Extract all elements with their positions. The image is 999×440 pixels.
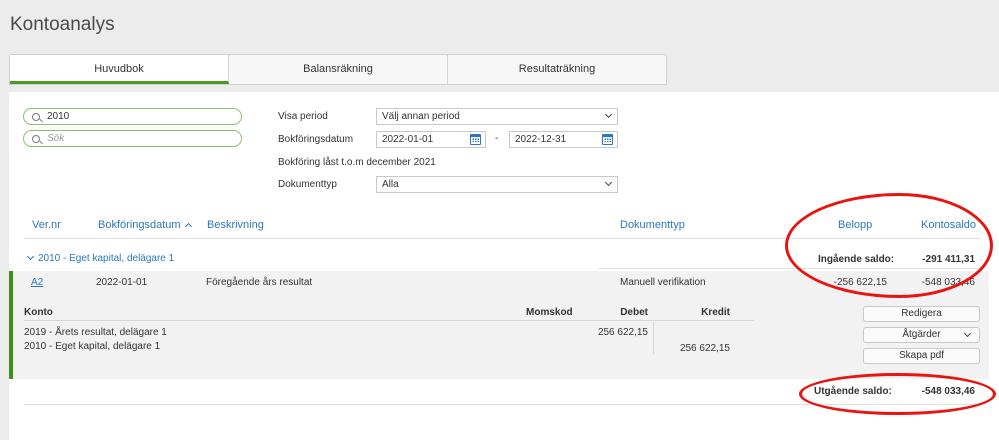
bokforingsdatum-label: Bokföringsdatum — [278, 134, 354, 145]
header-vernr[interactable]: Ver.nr — [32, 219, 61, 231]
dokumenttyp-select[interactable]: Alla — [376, 176, 618, 193]
visa-period-label: Visa period — [278, 111, 328, 122]
details-line-debet: 256 622,15 — [597, 327, 648, 338]
date-to-field[interactable]: 2022-12-31 — [509, 131, 618, 148]
row-description: Föregående års resultat — [206, 277, 313, 288]
search-icon — [32, 112, 40, 121]
date-from-field[interactable]: 2022-01-01 — [376, 131, 486, 148]
locked-note: Bokföring låst t.o.m december 2021 — [278, 157, 436, 168]
tab-resultatrakning[interactable]: Resultaträkning — [448, 55, 666, 84]
details-divider — [24, 320, 754, 321]
visa-period-select[interactable]: Välj annan period — [376, 108, 618, 125]
calendar-icon[interactable] — [602, 134, 613, 145]
date-separator: - — [495, 133, 499, 144]
page-title: Kontoanalys — [10, 14, 115, 35]
dokumenttyp-label: Dokumenttyp — [278, 179, 337, 190]
sort-ascending-icon — [184, 222, 192, 231]
details-header-kredit: Kredit — [701, 307, 730, 318]
atgarder-button[interactable]: Åtgärder — [863, 327, 980, 343]
date-from-value: 2022-01-01 — [382, 134, 434, 145]
details-line-konto: 2019 - Årets resultat, delägare 1 — [24, 327, 167, 338]
row-doctype: Manuell verifikation — [620, 277, 706, 288]
account-search-field[interactable] — [23, 108, 242, 125]
chevron-down-icon — [604, 110, 613, 119]
details-header-konto: Konto — [24, 307, 53, 318]
chevron-down-icon — [604, 178, 613, 187]
account-group-toggle[interactable]: 2010 - Eget kapital, delägare 1 — [26, 252, 175, 264]
details-line-kredit: 256 622,15 — [679, 343, 730, 354]
visa-period-value: Välj annan period — [382, 111, 460, 122]
chevron-down-icon — [26, 252, 35, 261]
account-group-label: 2010 - Eget kapital, delägare 1 — [38, 253, 175, 264]
search-field[interactable] — [23, 130, 242, 147]
chevron-down-icon — [963, 329, 972, 338]
account-search-input[interactable] — [47, 111, 227, 122]
header-beskrivning[interactable]: Beskrivning — [207, 219, 264, 231]
search-icon — [32, 134, 40, 143]
tab-huvudbok[interactable]: Huvudbok — [10, 55, 229, 84]
dokumenttyp-value: Alla — [382, 179, 399, 190]
skapa-pdf-button[interactable]: Skapa pdf — [863, 348, 980, 364]
tab-bar: Huvudbok Balansräkning Resultaträkning — [9, 54, 667, 85]
tab-balansrakning[interactable]: Balansräkning — [229, 55, 448, 84]
calendar-icon[interactable] — [470, 134, 481, 145]
voucher-link[interactable]: A2 — [31, 277, 43, 288]
atgarder-label: Åtgärder — [902, 329, 941, 340]
details-line-konto: 2010 - Eget kapital, delägare 1 — [24, 341, 161, 352]
search-input[interactable] — [47, 133, 227, 144]
header-bokforingsdatum[interactable]: Bokföringsdatum — [98, 219, 192, 231]
date-to-value: 2022-12-31 — [515, 134, 567, 145]
redigera-button[interactable]: Redigera — [863, 306, 980, 322]
row-date: 2022-01-01 — [96, 277, 148, 288]
red-annotation-circle — [799, 373, 996, 415]
details-header-debet: Debet — [620, 307, 648, 318]
header-bokforingsdatum-label: Bokföringsdatum — [98, 219, 181, 231]
header-dokumenttyp[interactable]: Dokumenttyp — [620, 219, 685, 231]
details-header-momskod: Momskod — [526, 307, 573, 318]
